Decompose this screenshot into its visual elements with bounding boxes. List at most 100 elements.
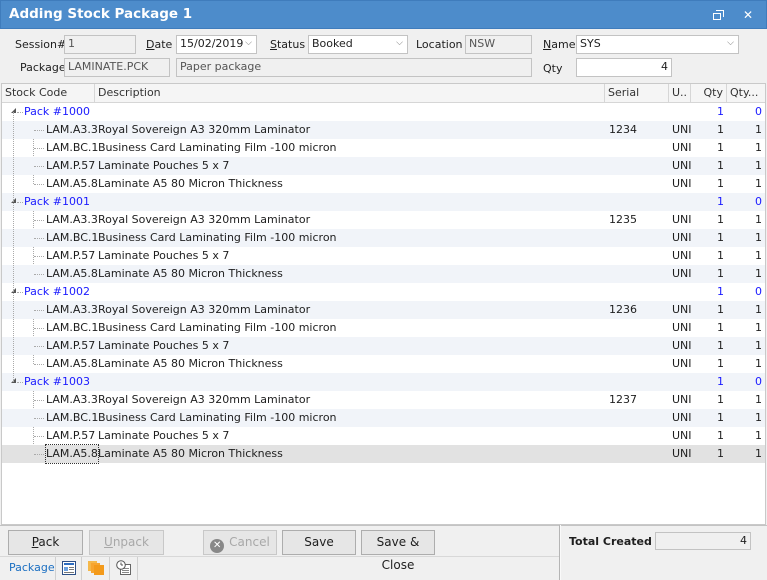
column-qty[interactable]: Qty	[691, 84, 727, 103]
description: Business Card Laminating Film -100 micro…	[98, 231, 337, 244]
item-row[interactable]: LAM.BC.1 Business Card Laminating Film -1…	[2, 319, 765, 337]
unit: UNI	[672, 159, 692, 172]
pack-qty-2: 0	[755, 195, 762, 208]
cancel-icon: ✕	[210, 539, 225, 553]
tab-documents[interactable]	[82, 557, 110, 580]
stock-code: LAM.BC.1	[46, 141, 99, 154]
qty-2: 1	[755, 177, 762, 190]
item-row[interactable]: LAM.A3.3 Royal Sovereign A3 320mm Laminat…	[2, 121, 765, 139]
unit: UNI	[672, 321, 692, 334]
status-select[interactable]: Booked ⌵	[308, 35, 408, 54]
item-row[interactable]: LAM.BC.1 Business Card Laminating Film -1…	[2, 229, 765, 247]
unit: UNI	[672, 339, 692, 352]
chevron-down-icon[interactable]: ⌵	[245, 38, 252, 48]
item-row[interactable]: LAM.A5.8 Laminate A5 80 Micron Thickness U…	[2, 175, 765, 193]
tree-connector	[34, 364, 44, 365]
description: Royal Sovereign A3 320mm Laminator	[98, 213, 311, 226]
column-unit[interactable]: U..	[669, 84, 691, 103]
session-label: Session#	[15, 38, 67, 51]
qty: 1	[717, 123, 724, 136]
tree-connector	[34, 274, 44, 275]
description: Business Card Laminating Film -100 micro…	[98, 141, 337, 154]
session-field: 1	[64, 35, 136, 54]
tab-details[interactable]	[55, 557, 82, 580]
item-row[interactable]: LAM.P.57 Laminate Pouches 5 x 7 UNI 1 1	[2, 337, 765, 355]
stock-code: LAM.A3.3	[46, 213, 98, 226]
description: Laminate A5 80 Micron Thickness	[98, 177, 283, 190]
qty: 1	[717, 231, 724, 244]
unit: UNI	[672, 357, 692, 370]
pack-qty: 1	[717, 375, 724, 388]
serial: 1236	[609, 303, 637, 316]
chevron-down-icon[interactable]: ⌵	[396, 38, 403, 48]
unpack-button[interactable]: Unpack	[89, 530, 164, 555]
item-row[interactable]: LAM.A5.8 Laminate A5 80 Micron Thickness U…	[2, 444, 765, 464]
serial: 1234	[609, 123, 637, 136]
item-row[interactable]: LAM.P.57 Laminate Pouches 5 x 7 UNI 1 1	[2, 427, 765, 445]
tab-package-label: Package	[9, 561, 55, 574]
column-qty-2[interactable]: Qty...	[727, 84, 765, 103]
qty-2: 1	[755, 231, 762, 244]
close-button[interactable]: ✕	[740, 7, 756, 23]
unit: UNI	[672, 447, 692, 460]
tree-connector	[17, 202, 23, 203]
description: Royal Sovereign A3 320mm Laminator	[98, 393, 311, 406]
save-close-button[interactable]: Save & Close	[361, 530, 435, 572]
qty: 1	[717, 249, 724, 262]
qty: 1	[717, 267, 724, 280]
pack-label: Pack #1003	[24, 375, 91, 388]
stock-code: LAM.A3.3	[46, 123, 98, 136]
qty-2: 1	[755, 141, 762, 154]
description: Laminate Pouches 5 x 7	[98, 339, 230, 352]
package-grid: Stock Code Description Serial U.. Qty Qt…	[1, 83, 766, 525]
chevron-down-icon[interactable]: ⌵	[727, 38, 734, 48]
unit: UNI	[672, 231, 692, 244]
name-label: Name	[543, 38, 576, 51]
unit: UNI	[672, 249, 692, 262]
column-serial[interactable]: Serial	[605, 84, 669, 103]
qty-2: 1	[755, 411, 762, 424]
column-stock-code[interactable]: Stock Code	[2, 84, 95, 103]
qty: 1	[717, 177, 724, 190]
tree-connector	[34, 310, 44, 311]
item-row[interactable]: LAM.A3.3 Royal Sovereign A3 320mm Laminat…	[2, 211, 765, 229]
item-row[interactable]: LAM.A3.3 Royal Sovereign A3 320mm Laminat…	[2, 301, 765, 319]
date-picker[interactable]: 15/02/2019 ⌵	[176, 35, 257, 54]
bottom-tabs: Package	[0, 556, 559, 580]
pack-row[interactable]: Pack #1003 1 0	[2, 373, 765, 391]
date-label: Date	[146, 38, 173, 51]
tree-connector	[34, 454, 44, 455]
pack-qty-2: 0	[755, 375, 762, 388]
item-row[interactable]: LAM.P.57 Laminate Pouches 5 x 7 UNI 1 1	[2, 157, 765, 175]
restore-button[interactable]	[711, 7, 727, 23]
item-row[interactable]: LAM.BC.1 Business Card Laminating Film -1…	[2, 409, 765, 427]
total-created-field: 4	[655, 532, 751, 550]
pack-row[interactable]: Pack #1001 1 0	[2, 193, 765, 211]
tab-package[interactable]: Package	[0, 557, 56, 580]
stock-code: LAM.P.57	[46, 339, 96, 352]
name-select[interactable]: SYS ⌵	[576, 35, 739, 54]
qty-field[interactable]: 4	[576, 58, 672, 77]
pack-row[interactable]: Pack #1002 1 0	[2, 283, 765, 301]
pack-row[interactable]: Pack #1000 1 0	[2, 103, 765, 121]
column-description[interactable]: Description	[95, 84, 605, 103]
tree-connector	[34, 346, 44, 347]
stock-code: LAM.P.57	[46, 159, 96, 172]
item-row[interactable]: LAM.A5.8 Laminate A5 80 Micron Thickness U…	[2, 265, 765, 283]
item-row[interactable]: LAM.BC.1 Business Card Laminating Film -1…	[2, 139, 765, 157]
pack-button[interactable]: Pack	[8, 530, 83, 555]
qty: 1	[717, 303, 724, 316]
cancel-button[interactable]: ✕ Cancel	[203, 530, 277, 555]
description: Business Card Laminating Film -100 micro…	[98, 411, 337, 424]
save-button[interactable]: Save	[282, 530, 356, 555]
package-description-field: Paper package	[176, 58, 532, 77]
item-row[interactable]: LAM.A3.3 Royal Sovereign A3 320mm Laminat…	[2, 391, 765, 409]
tab-history[interactable]	[110, 557, 138, 580]
item-row[interactable]: LAM.P.57 Laminate Pouches 5 x 7 UNI 1 1	[2, 247, 765, 265]
tree-connector	[34, 256, 44, 257]
item-row[interactable]: LAM.A5.8 Laminate A5 80 Micron Thickness U…	[2, 355, 765, 373]
status-label: Status	[270, 38, 306, 51]
tree-connector	[34, 436, 44, 437]
tree-connector	[34, 130, 44, 131]
unit: UNI	[672, 267, 692, 280]
